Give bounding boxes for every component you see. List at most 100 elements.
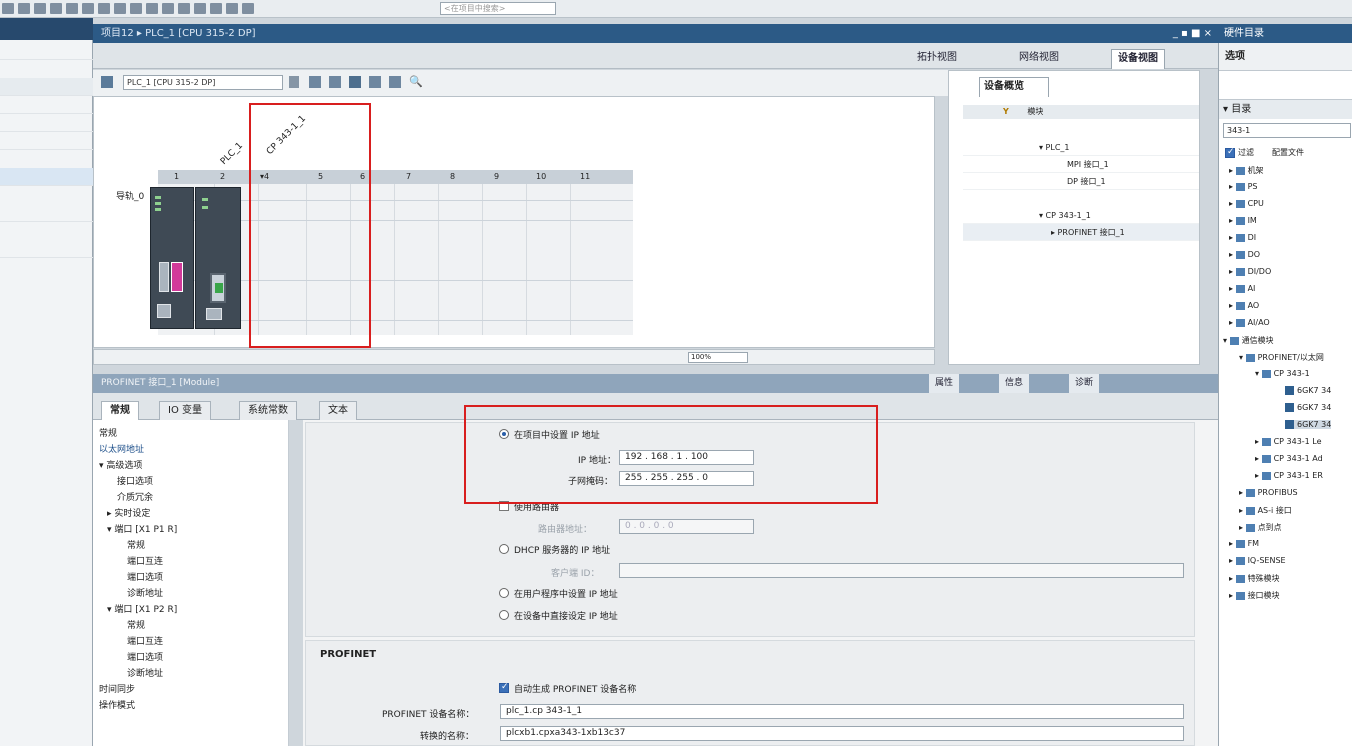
download-icon[interactable] <box>178 3 190 14</box>
save-project-icon[interactable] <box>34 3 46 14</box>
new-project-icon[interactable] <box>2 3 14 14</box>
catalog-item[interactable]: ▸ FM <box>1229 539 1259 548</box>
device-selector[interactable]: PLC_1 [CPU 315-2 DP] <box>123 75 283 90</box>
project-tree-row[interactable] <box>0 114 93 132</box>
catalog-item[interactable]: ▸ 特殊模块 <box>1229 573 1280 584</box>
tab-io-tags[interactable]: IO 变量 <box>159 401 211 420</box>
zoom-select[interactable]: 100% <box>688 352 748 363</box>
catalog-item[interactable]: ▸ AI <box>1229 284 1255 293</box>
radio-device-direct[interactable] <box>499 610 509 620</box>
device-icon[interactable] <box>101 76 113 88</box>
overview-row[interactable]: ▾ CP 343-1_1 <box>963 207 1199 224</box>
catalog-item[interactable]: ▾ CP 343-1 <box>1255 369 1310 378</box>
catalog-search-input[interactable]: 343-1 <box>1223 123 1351 138</box>
nav-item[interactable]: 端口选项 <box>127 570 163 583</box>
nav-item[interactable]: ▾ 端口 [X1 P2 R] <box>107 602 177 615</box>
print-icon[interactable] <box>50 3 62 14</box>
catalog-item[interactable]: ▸ CP 343-1 Ad <box>1255 454 1323 463</box>
device-canvas[interactable]: 导轨_0 PLC_1 CP 343-1_1 1 2 ▾4 5 6 7 8 9 1… <box>93 96 935 348</box>
ethernet-port[interactable] <box>210 273 226 303</box>
nav-item[interactable]: 端口互连 <box>127 634 163 647</box>
undo-icon[interactable] <box>130 3 142 14</box>
catalog-item[interactable]: ▸ IM <box>1229 216 1257 225</box>
tab-texts[interactable]: 文本 <box>319 401 357 420</box>
overview-column-header[interactable]: Y 模块 <box>963 105 1199 119</box>
catalog-item[interactable]: ▸ CPU <box>1229 199 1264 208</box>
device-name-field[interactable]: plc_1.cp 343-1_1 <box>500 704 1184 719</box>
project-tree-row[interactable] <box>0 240 93 258</box>
dropdown-icon[interactable] <box>289 76 299 88</box>
catalog-directory-header[interactable]: ▾ 目录 <box>1219 99 1352 119</box>
tab-device-overview[interactable]: 设备概览 <box>979 77 1049 97</box>
copy-icon[interactable] <box>82 3 94 14</box>
tab-properties[interactable]: 属性 <box>929 374 960 393</box>
catalog-item[interactable]: ▸ IQ-SENSE <box>1229 556 1286 565</box>
label-icon[interactable] <box>349 76 361 88</box>
table-icon[interactable] <box>369 76 381 88</box>
tab-info[interactable]: 信息 <box>999 374 1030 393</box>
tab-device-view[interactable]: 设备视图 <box>1111 49 1165 69</box>
catalog-item[interactable]: ▸ 接口模块 <box>1229 590 1280 601</box>
nav-item[interactable]: 端口互连 <box>127 554 163 567</box>
overview-row-selected[interactable]: ▸ PROFINET 接口_1 <box>963 224 1199 241</box>
nav-item[interactable]: 诊断地址 <box>127 586 163 599</box>
nav-item[interactable]: 常规 <box>99 426 117 439</box>
nav-item[interactable]: 时间同步 <box>99 682 135 695</box>
cpu-module[interactable] <box>150 187 194 329</box>
delete-icon[interactable] <box>114 3 126 14</box>
catalog-item[interactable]: ▸ DI <box>1229 233 1256 242</box>
catalog-item[interactable]: ▸ DO <box>1229 250 1260 259</box>
catalog-item[interactable]: ▸ AO <box>1229 301 1259 310</box>
tab-topology-view[interactable]: 拓扑视图 <box>911 49 963 69</box>
project-search-input[interactable]: <在项目中搜索> <box>440 2 556 15</box>
project-tree-row[interactable] <box>0 96 93 114</box>
overview-row[interactable]: ▾ PLC_1 <box>963 139 1199 156</box>
tab-network-view[interactable]: 网络视图 <box>1013 49 1065 69</box>
catalog-item[interactable]: 6GK7 34 <box>1285 386 1331 395</box>
catalog-item[interactable]: ▸ PROFIBUS <box>1239 488 1298 497</box>
overview-row[interactable]: MPI 接口_1 <box>963 156 1199 173</box>
catalog-options[interactable]: 选项 <box>1219 43 1352 71</box>
catalog-item[interactable]: ▸ AI/AO <box>1229 318 1270 327</box>
go-online-icon[interactable] <box>210 3 222 14</box>
nav-item[interactable]: ▾ 端口 [X1 P1 R] <box>107 522 177 535</box>
grid-icon[interactable] <box>309 76 321 88</box>
compile-icon[interactable] <box>162 3 174 14</box>
zoom-icon[interactable]: 🔍 <box>409 75 423 88</box>
page-icon[interactable] <box>389 76 401 88</box>
catalog-item[interactable]: ▸ AS-i 接口 <box>1239 505 1292 516</box>
nav-item[interactable]: 诊断地址 <box>127 666 163 679</box>
catalog-item[interactable]: ▸ 点到点 <box>1239 522 1282 533</box>
project-tree-row[interactable] <box>0 42 93 60</box>
accessible-devices-icon[interactable] <box>242 3 254 14</box>
nav-item[interactable]: 常规 <box>127 618 145 631</box>
auto-name-checkbox[interactable] <box>499 682 509 693</box>
radio-user-program[interactable] <box>499 588 509 598</box>
open-project-icon[interactable] <box>18 3 30 14</box>
catalog-item[interactable]: ▸ CP 343-1 ER <box>1255 471 1323 480</box>
cp-343-1-module[interactable] <box>195 187 241 329</box>
catalog-item[interactable]: ▾ 通信模块 <box>1223 335 1274 346</box>
filter-icon[interactable]: Y <box>1003 107 1009 116</box>
catalog-item[interactable]: ▸ DI/DO <box>1229 267 1271 276</box>
nav-item[interactable]: 接口选项 <box>117 474 153 487</box>
project-tree-row[interactable] <box>0 204 93 222</box>
go-offline-icon[interactable] <box>226 3 238 14</box>
nav-item[interactable]: 操作模式 <box>99 698 135 711</box>
tab-diagnostics[interactable]: 诊断 <box>1069 374 1100 393</box>
nav-item[interactable]: ▾ 高级选项 <box>99 458 142 471</box>
catalog-item[interactable]: ▾ PROFINET/以太网 <box>1239 352 1324 363</box>
window-controls[interactable]: _ ▪ ■ × <box>1173 24 1212 43</box>
redo-icon[interactable] <box>146 3 158 14</box>
project-tree-row[interactable] <box>0 132 93 150</box>
catalog-item[interactable]: ▸ CP 343-1 Le <box>1255 437 1322 446</box>
layout-icon[interactable] <box>329 76 341 88</box>
overview-row[interactable]: DP 接口_1 <box>963 173 1199 190</box>
upload-icon[interactable] <box>194 3 206 14</box>
nav-item[interactable]: ▸ 实时设定 <box>107 506 150 519</box>
nav-item[interactable]: 端口选项 <box>127 650 163 663</box>
nav-item[interactable]: 常规 <box>127 538 145 551</box>
radio-dhcp[interactable] <box>499 544 509 554</box>
nav-item-ethernet[interactable]: 以太网地址 <box>99 442 144 455</box>
catalog-filter[interactable]: 过滤配置文件 <box>1225 147 1304 158</box>
